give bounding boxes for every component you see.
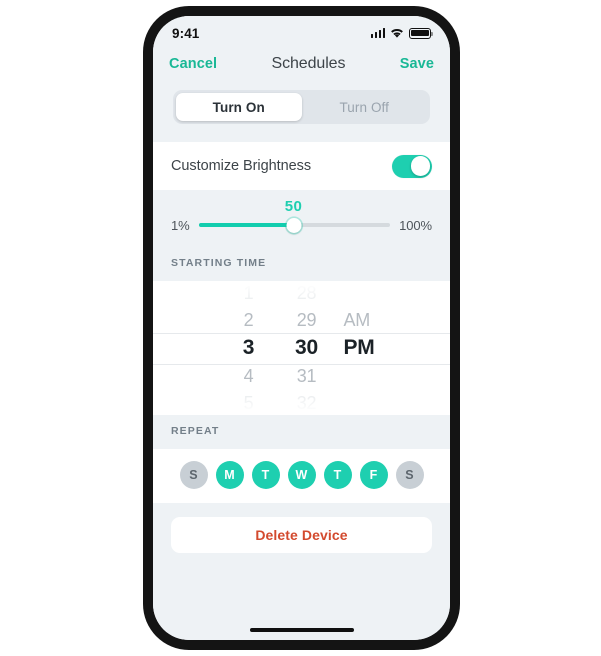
brightness-slider-block: 50 1% 100% (153, 190, 450, 247)
segmented-control-container: Turn On Turn Off (153, 82, 450, 142)
picker-column-minute[interactable]: 28 29 30 31 32 (278, 281, 336, 415)
cancel-button[interactable]: Cancel (169, 56, 217, 72)
picker-item[interactable]: 1 (244, 281, 254, 307)
brightness-value-label: 50 (284, 198, 303, 215)
status-bar: 9:41 (153, 16, 450, 46)
day-toggle-monday[interactable]: M (215, 461, 244, 489)
phone-screen: 9:41 Cancel Schedules Save Turn On Turn … (153, 16, 450, 640)
day-toggle-thursday[interactable]: T (323, 461, 352, 489)
picker-item-selected-meridiem[interactable]: PM (344, 333, 375, 363)
page-stage: 9:41 Cancel Schedules Save Turn On Turn … (0, 0, 601, 656)
day-toggle-sunday[interactable]: S (179, 461, 208, 489)
repeat-header: REPEAT (153, 415, 450, 449)
signal-icon (370, 28, 385, 38)
repeat-days-row: S M T W T F S (153, 449, 450, 503)
slider-thumb[interactable] (286, 217, 302, 233)
day-toggle-friday[interactable]: F (359, 461, 388, 489)
tab-turn-off[interactable]: Turn Off (302, 93, 428, 121)
home-indicator[interactable] (249, 627, 354, 632)
battery-icon (409, 27, 433, 39)
starting-time-header: STARTING TIME (153, 247, 450, 281)
segmented-control: Turn On Turn Off (173, 90, 430, 124)
picker-item[interactable]: 28 (297, 281, 317, 307)
picker-column-hour[interactable]: 1 2 3 4 5 (220, 281, 278, 415)
status-bar-time: 9:41 (172, 25, 200, 41)
picker-item-selected-minute[interactable]: 30 (295, 333, 318, 363)
picker-item[interactable]: 32 (297, 390, 317, 416)
customize-brightness-label: Customize Brightness (171, 158, 312, 174)
delete-device-container: Delete Device (153, 503, 450, 553)
customize-brightness-toggle[interactable] (392, 154, 432, 178)
picker-column-meridiem[interactable]: AM PM (336, 281, 406, 415)
save-button[interactable]: Save (400, 56, 434, 72)
wifi-icon (390, 28, 404, 39)
day-toggle-tuesday[interactable]: T (251, 461, 280, 489)
status-bar-icons (370, 27, 433, 39)
home-indicator-area (153, 553, 450, 640)
picker-item[interactable]: AM (344, 307, 371, 334)
picker-item-selected-hour[interactable]: 3 (243, 333, 255, 363)
navigation-bar: Cancel Schedules Save (153, 46, 450, 82)
customize-brightness-row[interactable]: Customize Brightness (153, 142, 450, 190)
picker-item[interactable]: 29 (297, 307, 317, 334)
day-toggle-wednesday[interactable]: W (287, 461, 316, 489)
starting-time-picker[interactable]: 1 2 3 4 5 28 29 30 31 32 AM PM (153, 281, 450, 415)
page-title: Schedules (271, 55, 346, 72)
picker-item[interactable]: 31 (297, 363, 317, 390)
slider-min-label: 1% (171, 217, 190, 233)
day-toggle-saturday[interactable]: S (395, 461, 424, 489)
slider-fill (198, 223, 295, 227)
picker-item[interactable]: 5 (244, 390, 254, 416)
delete-device-button[interactable]: Delete Device (171, 517, 432, 553)
slider-max-label: 100% (399, 217, 432, 233)
brightness-slider[interactable] (198, 217, 391, 233)
toggle-knob (410, 156, 431, 176)
tab-turn-on[interactable]: Turn On (176, 93, 302, 121)
picker-item[interactable]: 2 (244, 307, 254, 334)
picker-item[interactable]: 4 (244, 363, 254, 390)
